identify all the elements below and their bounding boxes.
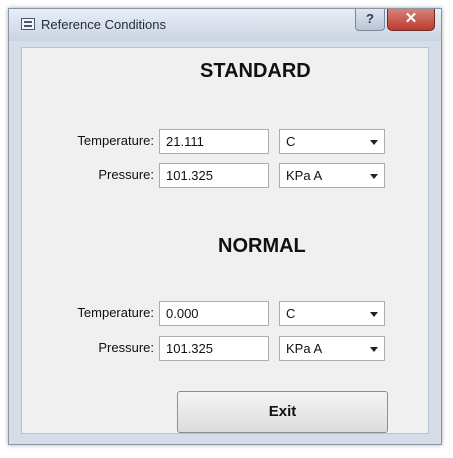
dropdown-arrow-icon xyxy=(370,140,378,145)
standard-temperature-unit-select[interactable]: C xyxy=(279,129,385,154)
exit-button[interactable]: Exit xyxy=(177,391,388,433)
dropdown-arrow-icon xyxy=(370,347,378,352)
normal-temperature-unit-value: C xyxy=(286,306,296,321)
reference-conditions-dialog: Reference Conditions ? ✕ STANDARD Temper… xyxy=(8,8,442,445)
standard-pressure-input[interactable]: 101.325 xyxy=(159,163,269,188)
normal-temperature-input[interactable]: 0.000 xyxy=(159,301,269,326)
normal-temperature-label: Temperature: xyxy=(77,305,154,320)
dropdown-arrow-icon xyxy=(370,174,378,179)
standard-temperature-input[interactable]: 21.111 xyxy=(159,129,269,154)
normal-pressure-unit-select[interactable]: KPa A xyxy=(279,336,385,361)
normal-pressure-label: Pressure: xyxy=(98,340,154,355)
help-button[interactable]: ? xyxy=(355,9,385,31)
standard-heading: STANDARD xyxy=(200,60,311,82)
normal-pressure-unit-value: KPa A xyxy=(286,341,323,356)
standard-temperature-label: Temperature: xyxy=(77,133,154,148)
close-button[interactable]: ✕ xyxy=(387,9,435,31)
standard-pressure-label: Pressure: xyxy=(98,167,154,182)
dropdown-arrow-icon xyxy=(370,312,378,317)
app-window-icon xyxy=(21,18,35,30)
dialog-client-area: STANDARD Temperature: 21.111 C Pressure:… xyxy=(21,47,429,434)
normal-temperature-unit-select[interactable]: C xyxy=(279,301,385,326)
normal-heading: NORMAL xyxy=(218,235,306,257)
standard-temperature-unit-value: C xyxy=(286,134,296,149)
standard-pressure-unit-value: KPa A xyxy=(286,168,323,183)
title-bar[interactable]: Reference Conditions ? ✕ xyxy=(9,9,441,41)
dialog-title: Reference Conditions xyxy=(41,17,167,32)
standard-pressure-unit-select[interactable]: KPa A xyxy=(279,163,385,188)
normal-pressure-input[interactable]: 101.325 xyxy=(159,336,269,361)
